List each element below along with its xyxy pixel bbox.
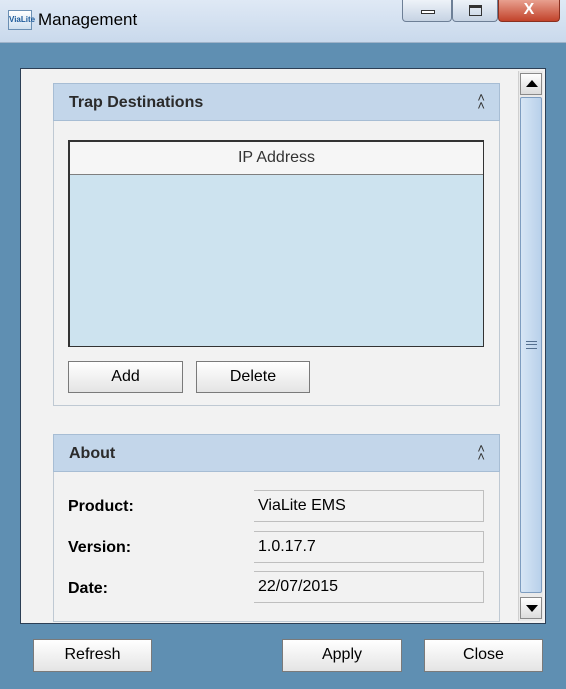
chevron-double-up-icon[interactable]: ˄ ˄ [477,442,485,463]
maximize-icon [469,5,482,16]
trap-destinations-title: Trap Destinations [69,94,204,111]
close-button[interactable]: Close [424,639,543,672]
date-label: Date: [68,580,109,597]
minimize-button[interactable] [402,0,452,22]
chevron-double-up-icon[interactable]: ˄ ˄ [477,91,485,112]
window-close-button[interactable]: X [498,0,560,22]
vertical-scrollbar[interactable] [518,71,543,621]
app-icon: ViaLite [8,10,35,30]
apply-button[interactable]: Apply [282,639,402,672]
about-header[interactable]: About ˄ ˄ [53,434,500,472]
refresh-button[interactable]: Refresh [33,639,152,672]
scrollbar-thumb[interactable] [520,97,542,593]
ip-address-table[interactable]: IP Address [68,140,484,347]
delete-button[interactable]: Delete [196,361,310,393]
title-bar[interactable]: ViaLite Management X [0,0,566,43]
maximize-button[interactable] [452,0,498,22]
close-icon: X [523,1,535,18]
about-title: About [69,445,116,462]
version-value: 1.0.17.7 [254,531,484,563]
grip-icon [526,341,537,349]
minimize-icon [421,10,435,14]
ip-address-column-header[interactable]: IP Address [70,142,483,175]
scroll-down-arrow-icon[interactable] [520,597,542,619]
version-label: Version: [68,539,132,556]
date-value: 22/07/2015 [254,571,484,603]
scroll-up-arrow-icon[interactable] [520,73,542,95]
add-button[interactable]: Add [68,361,183,393]
window-title: Management [38,10,138,29]
trap-destinations-header[interactable]: Trap Destinations ˄ ˄ [53,83,500,121]
product-value: ViaLite EMS [254,490,484,522]
product-label: Product: [68,498,134,515]
